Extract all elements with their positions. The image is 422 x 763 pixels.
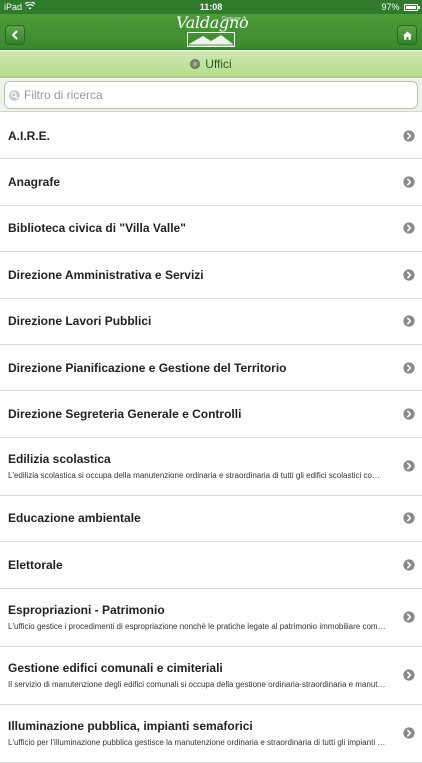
list-item-label: Espropriazioni - Patrimonio	[8, 603, 165, 618]
list-item-label: Biblioteca civica di "Villa Valle"	[8, 221, 186, 236]
chevron-right-icon	[403, 559, 415, 571]
list-item-label: Anagrafe	[8, 175, 61, 190]
list-item[interactable]: Direzione Segreteria Generale e Controll…	[0, 391, 422, 438]
list-item-description: L'ufficio gestice i procedimenti di espr…	[8, 622, 386, 632]
list-item[interactable]: Elettorale	[0, 542, 422, 589]
chevron-right-icon	[403, 460, 415, 472]
device-label: iPad	[4, 2, 23, 12]
status-bar: iPad 11:08 97%	[0, 0, 422, 14]
section-header: Uffici	[0, 51, 422, 78]
list-item[interactable]: Gestione edifici comunali e cimiteriali I…	[0, 646, 422, 705]
chevron-right-icon	[403, 408, 415, 420]
app-logo: Comune di Valdagno	[176, 14, 249, 50]
chevron-right-icon	[403, 269, 415, 281]
list-item-label: Educazione ambientale	[8, 511, 141, 526]
section-title: Uffici	[205, 57, 232, 71]
search-bar	[0, 79, 422, 112]
list-item-label: A.I.R.E.	[8, 128, 51, 143]
chevron-right-icon	[403, 222, 415, 235]
nav-bar: Comune di Valdagno	[0, 14, 422, 50]
list-item-label: Elettorale	[8, 557, 63, 572]
list-item[interactable]: Espropriazioni - Patrimonio L'ufficio ges…	[0, 588, 422, 647]
status-left: iPad	[4, 1, 36, 12]
chevron-right-icon	[403, 362, 415, 374]
logo-mark-icon	[187, 32, 235, 47]
list-item-label: Direzione Amministrativa e Servizi	[8, 267, 204, 282]
search-input[interactable]	[24, 88, 414, 102]
list-item-label: Illuminazione pubblica, impianti semafor…	[8, 719, 253, 734]
list-item-label: Direzione Lavori Pubblici	[8, 314, 152, 329]
list-item-description: Il servizio di manutenzione degli edific…	[8, 680, 386, 690]
chevron-right-icon	[403, 130, 415, 142]
home-button[interactable]	[397, 25, 417, 45]
list-item-description: L'ufficio per l'illuminazione pubblica g…	[8, 738, 386, 748]
list-item-label: Gestione edifici comunali e cimiteriali	[8, 661, 223, 676]
list-item[interactable]: Direzione Pianificazione e Gestione del …	[0, 344, 422, 392]
status-time: 11:08	[199, 2, 223, 12]
status-right: 97%	[381, 2, 420, 12]
list-item[interactable]: Direzione Amministrativa e Servizi	[0, 252, 422, 299]
back-button[interactable]	[5, 25, 25, 45]
battery-percent: 97%	[381, 2, 400, 12]
list-item[interactable]: Illuminazione pubblica, impianti semafor…	[0, 704, 422, 763]
logo-prefix: Comune di	[221, 16, 246, 22]
chevron-right-icon	[403, 315, 415, 327]
wifi-icon	[24, 1, 36, 12]
list-item-description: L'edilizia scolastica si occupa della ma…	[8, 471, 386, 481]
list-item[interactable]: Biblioteca civica di "Villa Valle"	[0, 205, 422, 253]
chevron-right-icon	[403, 176, 415, 188]
globe-icon	[190, 59, 201, 69]
list-item[interactable]: Direzione Lavori Pubblici	[0, 298, 422, 345]
list-item[interactable]: Edilizia scolastica L'edilizia scolastica…	[0, 437, 422, 496]
chevron-right-icon	[403, 611, 415, 623]
list-item[interactable]: A.I.R.E.	[0, 113, 422, 160]
search-box[interactable]	[4, 81, 418, 109]
chevron-right-icon	[403, 727, 415, 739]
back-arrow-icon	[12, 30, 18, 40]
list-item-label: Edilizia scolastica	[8, 452, 111, 467]
list-item[interactable]: Anagrafe	[0, 159, 422, 206]
chevron-right-icon	[403, 669, 415, 681]
list-item-label: Direzione Pianificazione e Gestione del …	[8, 360, 287, 375]
list-item-label: Direzione Segreteria Generale e Controll…	[8, 407, 242, 422]
home-icon	[402, 31, 412, 40]
chevron-right-icon	[403, 512, 415, 525]
battery-icon	[404, 4, 420, 12]
offices-list: A.I.R.E. Anagrafe Biblioteca civica di "Vi…	[0, 113, 422, 763]
list-item[interactable]: Educazione ambientale	[0, 495, 422, 543]
search-icon	[9, 89, 20, 101]
